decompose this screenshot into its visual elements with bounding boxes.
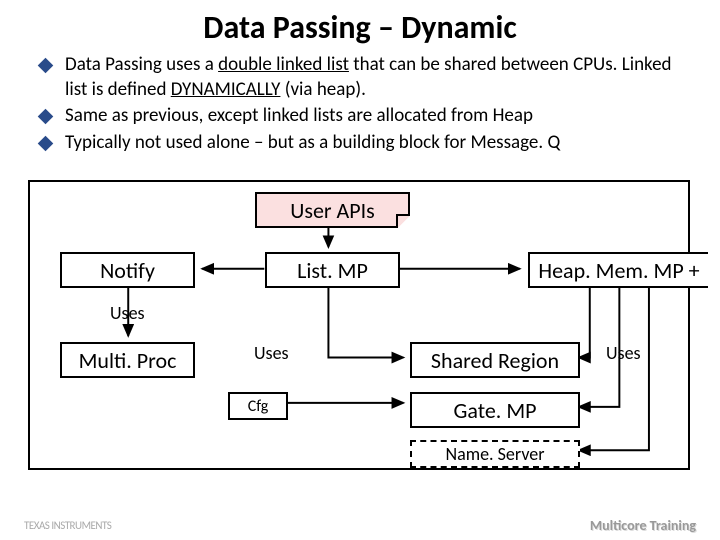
bullet-text: Typically not used alone – but as a buil… xyxy=(65,131,560,156)
bullet-icon xyxy=(38,109,54,125)
cfg-box: Cfg xyxy=(228,392,288,420)
uses-label: Uses xyxy=(606,342,641,364)
shared-region-box: Shared Region xyxy=(410,342,580,378)
bullet-item: Same as previous, except linked lists ar… xyxy=(40,104,690,129)
bullet-icon xyxy=(38,58,54,74)
footer: TEXAS INSTRUMENTS Multicore Training xyxy=(0,517,720,534)
ti-logo: TEXAS INSTRUMENTS xyxy=(24,519,111,532)
bullet-text: Same as previous, except linked lists ar… xyxy=(65,104,533,129)
footer-branding: Multicore Training xyxy=(590,517,696,534)
notify-box: Notify xyxy=(60,252,195,288)
multiproc-box: Multi. Proc xyxy=(60,342,195,378)
uses-label: Uses xyxy=(110,302,145,324)
bullet-list: Data Passing uses a double linked list t… xyxy=(0,53,720,156)
uses-label: Uses xyxy=(254,342,289,364)
note-fold-icon xyxy=(396,214,410,228)
bullet-text: Data Passing uses a double linked list t… xyxy=(65,53,690,102)
bullet-icon xyxy=(38,136,54,152)
heapmem-box: Heap. Mem. MP + xyxy=(528,252,708,288)
bullet-item: Typically not used alone – but as a buil… xyxy=(40,131,690,156)
user-apis-box: User APIs xyxy=(255,192,410,228)
listmp-box: List. MP xyxy=(265,252,400,288)
diagram-frame: User APIs Notify List. MP Heap. Mem. MP … xyxy=(28,180,690,470)
slide-title: Data Passing – Dynamic xyxy=(0,0,720,53)
nameserver-box: Name. Server xyxy=(410,440,580,468)
bullet-item: Data Passing uses a double linked list t… xyxy=(40,53,690,102)
gatemp-box: Gate. MP xyxy=(410,392,580,428)
